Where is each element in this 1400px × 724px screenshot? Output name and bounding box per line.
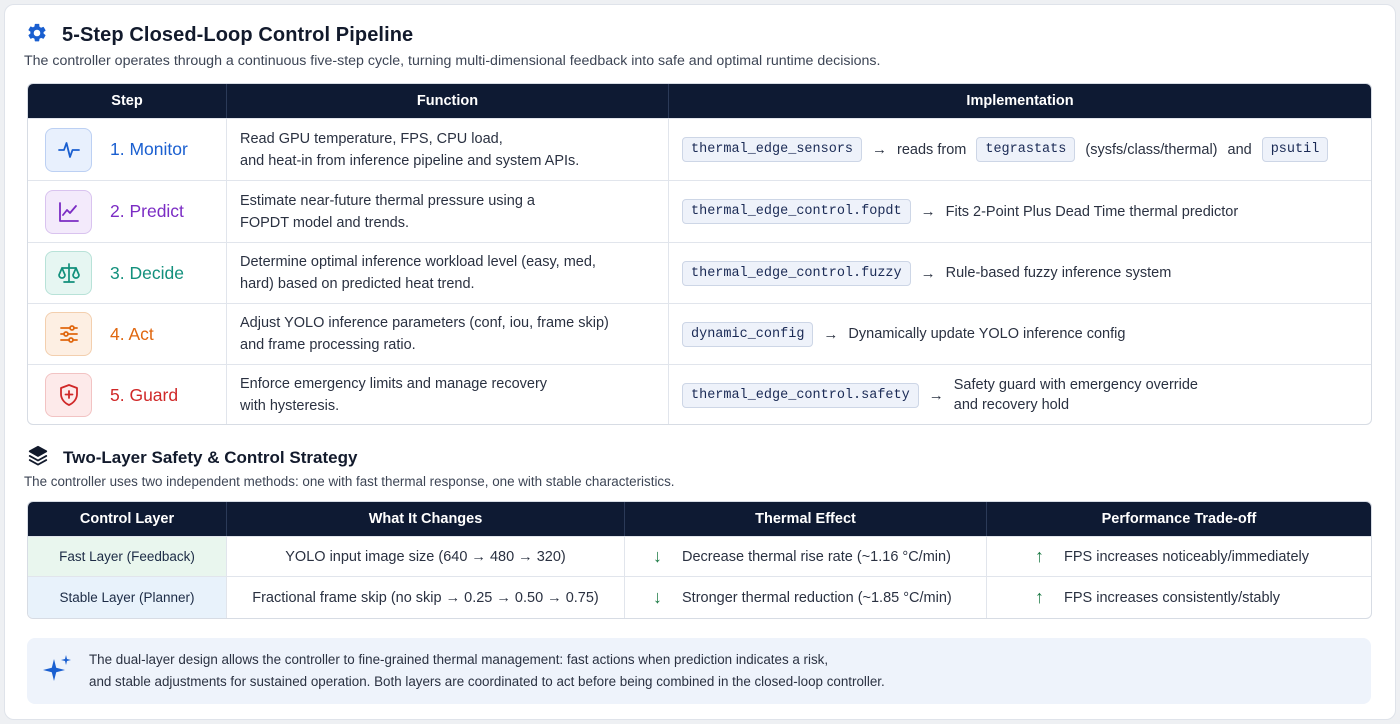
arrow-down-icon: ↓ bbox=[653, 587, 662, 607]
performance-tradeoff: FPS increases noticeably/immediately bbox=[1064, 548, 1309, 565]
layers-icon bbox=[27, 444, 49, 471]
table-row: Stable Layer (Planner) Fractional frame … bbox=[28, 576, 1371, 618]
arrow-right-icon: → bbox=[920, 264, 936, 282]
step-label-decide: 3. Decide bbox=[110, 262, 184, 283]
arrow-right-icon: → bbox=[872, 141, 888, 158]
section1-header: 5-Step Closed-Loop Control Pipeline bbox=[26, 22, 413, 49]
header-thermal-effect: Thermal Effect bbox=[625, 502, 987, 536]
scale-icon bbox=[45, 251, 92, 295]
thermal-effect: Stronger thermal reduction (~1.85 °C/min… bbox=[682, 589, 952, 606]
function-line: and heat-in from inference pipeline and … bbox=[240, 152, 580, 169]
code-module: tegrastats bbox=[976, 137, 1076, 162]
code-module: psutil bbox=[1261, 137, 1329, 162]
header-performance-tradeoff: Performance Trade-off bbox=[987, 502, 1371, 536]
header-control-layer: Control Layer bbox=[28, 502, 227, 536]
step-label-guard: 5. Guard bbox=[110, 384, 179, 405]
step-label-predict: 2. Predict bbox=[110, 201, 184, 221]
function-line: Estimate near-future thermal pressure us… bbox=[240, 192, 535, 209]
function-line: Read GPU temperature, FPS, CPU load, bbox=[240, 130, 503, 147]
table-row: 5. Guard Enforce emergency limits and ma… bbox=[28, 364, 1371, 424]
summary-note: The dual-layer design allows the control… bbox=[27, 638, 1371, 704]
header-function: Function bbox=[227, 84, 669, 118]
header-step: Step bbox=[28, 84, 227, 118]
function-line: with hysteresis. bbox=[240, 398, 340, 414]
activity-icon bbox=[45, 127, 92, 172]
header-what-it-changes: What It Changes bbox=[227, 502, 625, 536]
header-implementation: Implementation bbox=[669, 84, 1371, 118]
changes-cell: YOLO input image size (640 → 480 → 320) bbox=[227, 536, 625, 576]
layer-fast: Fast Layer (Feedback) bbox=[28, 536, 227, 576]
changes-cell: Fractional frame skip (no skip → 0.25 → … bbox=[227, 576, 625, 618]
arrow-up-icon: ↑ bbox=[1035, 587, 1044, 607]
function-line: Adjust YOLO inference parameters (conf, … bbox=[240, 315, 609, 331]
code-module: thermal_edge_sensors bbox=[682, 137, 863, 162]
function-line: hard) based on predicted heat trend. bbox=[240, 276, 475, 292]
step-label-monitor: 1. Monitor bbox=[110, 139, 188, 159]
code-module: thermal_edge_control.safety bbox=[682, 382, 919, 408]
gear-icon bbox=[26, 22, 48, 49]
impl-text: Dynamically update YOLO inference config bbox=[848, 326, 1126, 342]
pipeline-table: Step Function Implementation 1. Monitor … bbox=[27, 83, 1372, 425]
impl-text: and bbox=[1227, 141, 1252, 158]
impl-text: Rule-based fuzzy inference system bbox=[945, 265, 1172, 281]
impl-text: Safety guard with emergency override bbox=[953, 377, 1198, 393]
arrow-right-icon: → bbox=[823, 325, 839, 343]
section2-header: Two-Layer Safety & Control Strategy bbox=[27, 444, 357, 471]
control-layer-table: Control Layer What It Changes Thermal Ef… bbox=[27, 501, 1372, 619]
function-line: Determine optimal inference workload lev… bbox=[240, 254, 596, 270]
section2-subtitle: The controller uses two independent meth… bbox=[24, 474, 675, 489]
function-line: and frame processing ratio. bbox=[240, 337, 416, 353]
thermal-effect: Decrease thermal rise rate (~1.16 °C/min… bbox=[682, 548, 951, 565]
section1-subtitle: The controller operates through a contin… bbox=[24, 53, 881, 69]
performance-tradeoff: FPS increases consistently/stably bbox=[1064, 589, 1280, 606]
layer-stable: Stable Layer (Planner) bbox=[28, 576, 227, 618]
code-module: thermal_edge_control.fopdt bbox=[682, 199, 911, 224]
shield-plus-icon bbox=[45, 373, 92, 417]
arrow-down-icon: ↓ bbox=[653, 546, 662, 566]
trend-chart-icon bbox=[45, 189, 92, 234]
function-line: Enforce emergency limits and manage reco… bbox=[240, 376, 548, 392]
arrow-right-icon: → bbox=[928, 386, 944, 404]
table-row: 1. Monitor Read GPU temperature, FPS, CP… bbox=[28, 118, 1371, 180]
step-label-act: 4. Act bbox=[110, 323, 154, 344]
impl-text: reads from bbox=[897, 141, 967, 158]
table-row: 4. Act Adjust YOLO inference parameters … bbox=[28, 303, 1371, 364]
table-row: 2. Predict Estimate near-future thermal … bbox=[28, 180, 1371, 242]
section1-title: 5-Step Closed-Loop Control Pipeline bbox=[62, 24, 414, 46]
section2-title: Two-Layer Safety & Control Strategy bbox=[63, 447, 358, 467]
code-module: thermal_edge_control.fuzzy bbox=[682, 260, 911, 286]
note-line: and stable adjustments for sustained ope… bbox=[89, 674, 885, 689]
impl-text: (sysfs/class/thermal) bbox=[1085, 141, 1218, 158]
function-line: FOPDT model and trends. bbox=[240, 214, 409, 231]
table-row: Fast Layer (Feedback) YOLO input image s… bbox=[28, 536, 1371, 576]
arrow-up-icon: ↑ bbox=[1035, 546, 1044, 566]
code-module: dynamic_config bbox=[682, 321, 814, 347]
sliders-icon bbox=[45, 312, 92, 356]
table-row: 3. Decide Determine optimal inference wo… bbox=[28, 242, 1371, 303]
note-line: The dual-layer design allows the control… bbox=[89, 652, 829, 667]
sparkle-icon bbox=[41, 653, 73, 690]
impl-text: Fits 2-Point Plus Dead Time thermal pred… bbox=[945, 203, 1239, 220]
arrow-right-icon: → bbox=[920, 203, 936, 220]
impl-text: and recovery hold bbox=[953, 397, 1070, 413]
